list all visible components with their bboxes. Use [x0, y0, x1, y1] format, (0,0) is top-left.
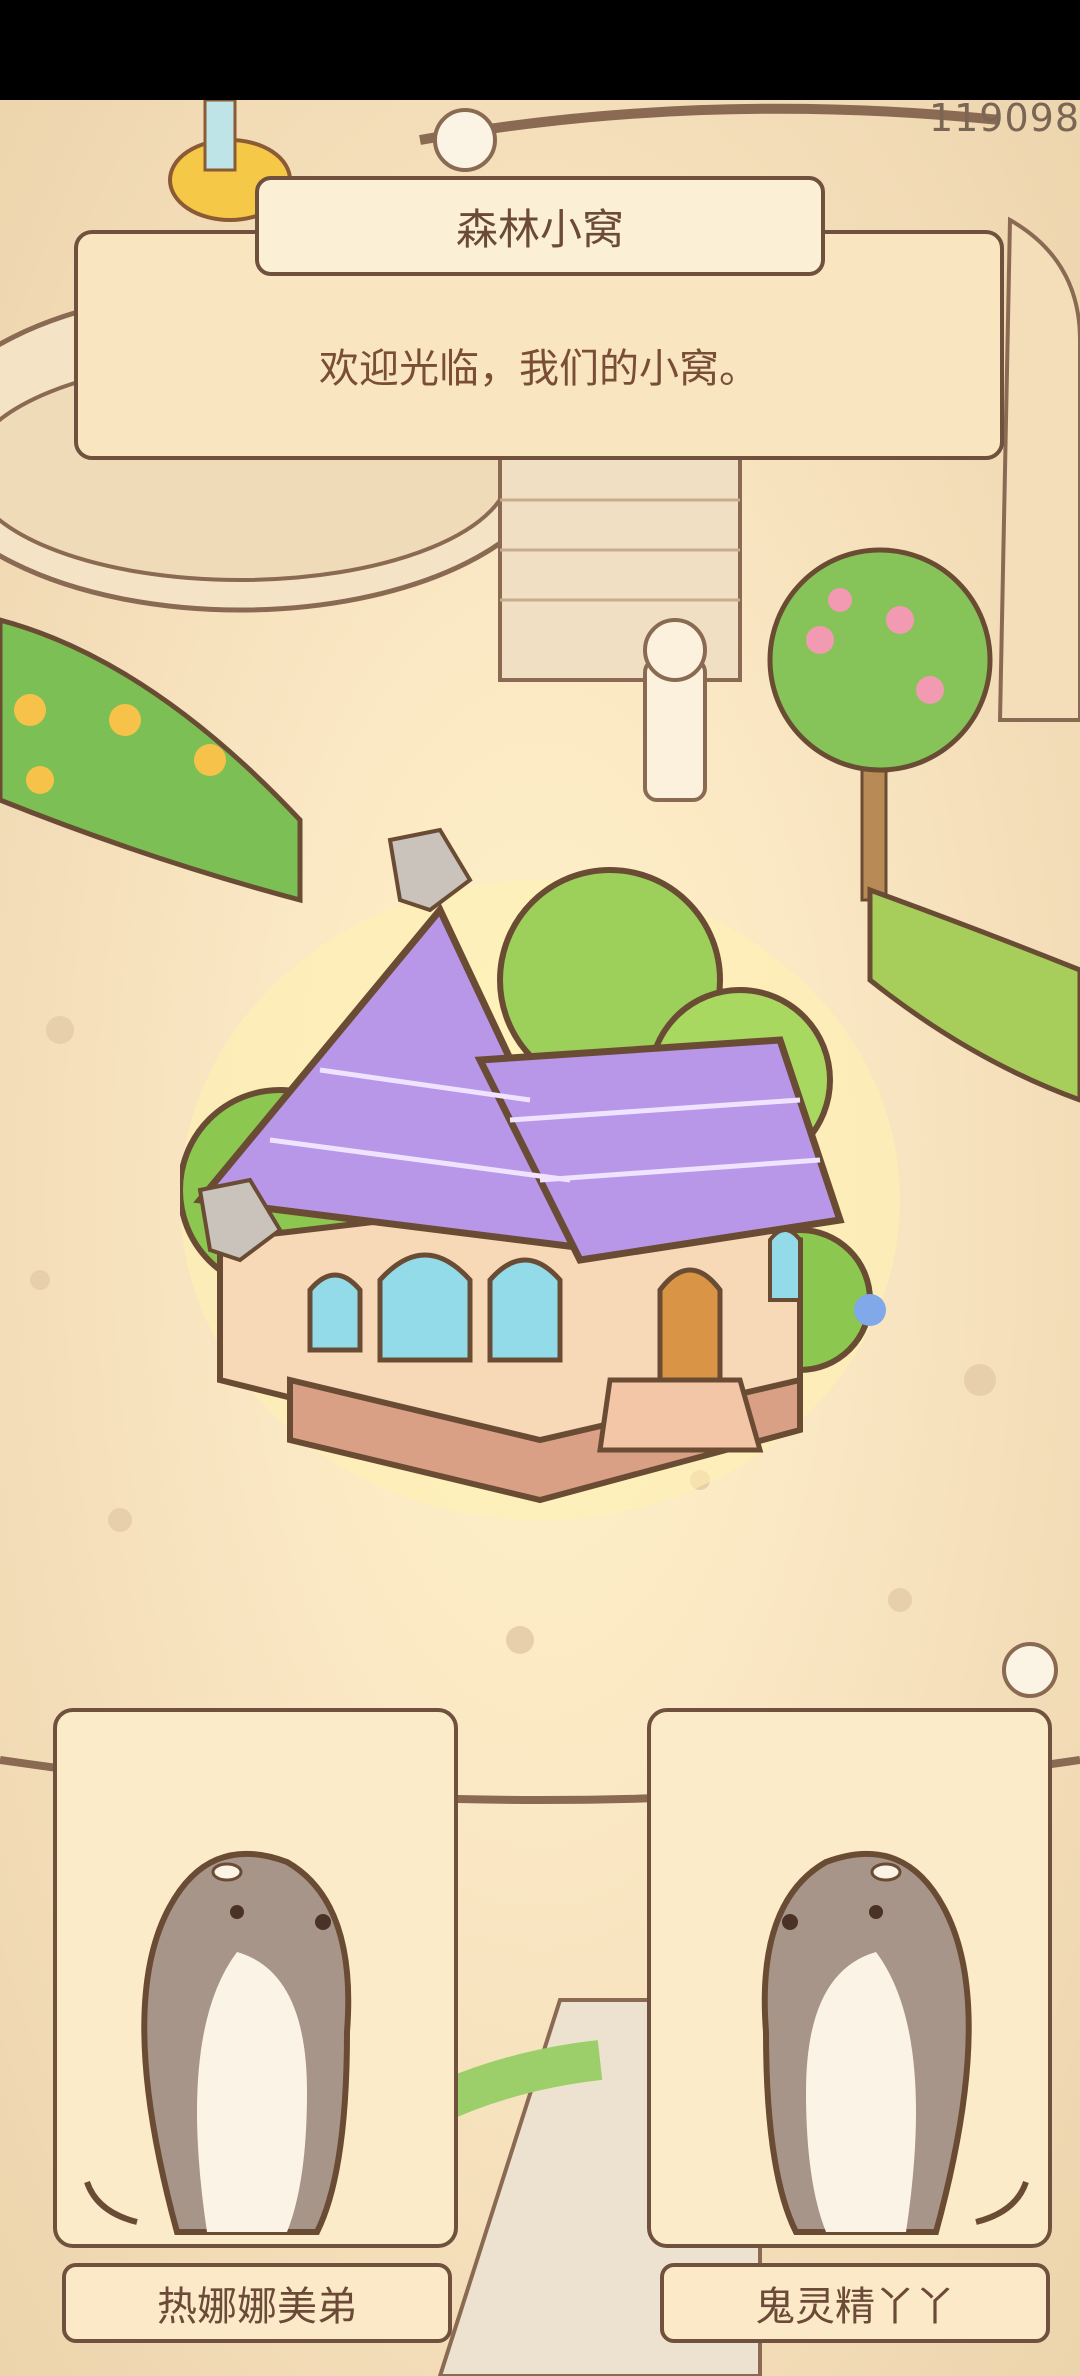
character-name-left[interactable]: 热娜娜美弟 — [62, 2263, 452, 2343]
purple-roof-cottage-icon[interactable] — [180, 820, 940, 1540]
status-bar — [0, 0, 1080, 100]
dialog-title: 森林小窝 — [255, 176, 825, 276]
score-counter: 119098 — [928, 96, 1080, 140]
character-card-left[interactable] — [53, 1708, 458, 2248]
otter-icon — [761, 1850, 1029, 2235]
otter-icon — [84, 1850, 352, 2235]
character-name-right[interactable]: 鬼灵精丫丫 — [660, 2263, 1050, 2343]
character-card-right[interactable] — [647, 1708, 1052, 2248]
